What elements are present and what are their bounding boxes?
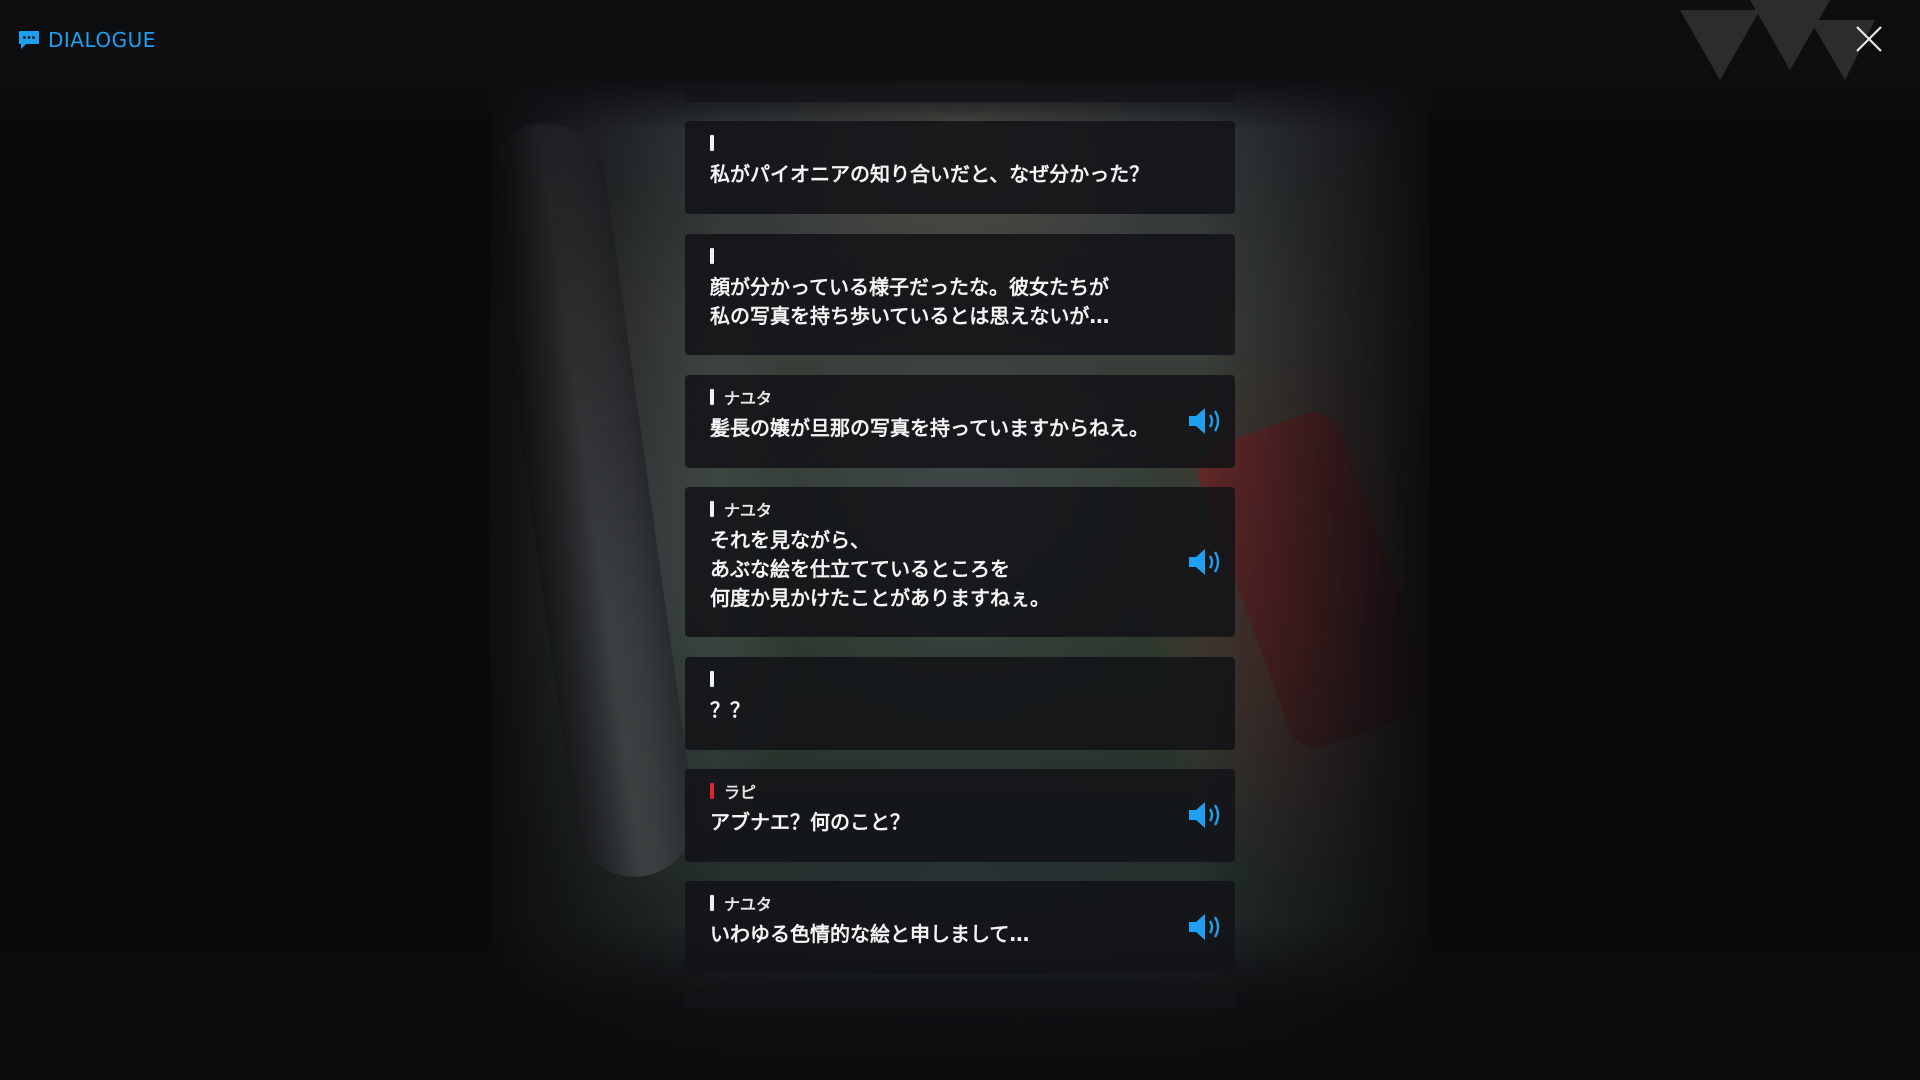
speaker-row	[710, 247, 1213, 265]
speaker-name: ラピ	[724, 783, 757, 802]
speaker-marker	[710, 389, 714, 405]
speaker-name: ナユタ	[724, 501, 773, 520]
dialogue-text: ？？	[710, 698, 750, 722]
header-bar: DIALOGUE	[0, 0, 1920, 80]
speaker-marker-highlight	[710, 783, 714, 799]
header-title: DIALOGUE	[18, 28, 156, 52]
dialogue-entry: ？？	[685, 657, 1235, 750]
chat-bubble-icon	[19, 31, 39, 49]
speaker-marker	[710, 501, 714, 517]
dialogue-entry: 顔が分かっている様子だったな。彼女たちが 私の写真を持ち歩いているとは思えないが…	[685, 234, 1235, 355]
close-icon[interactable]	[1854, 24, 1884, 54]
dialogue-entry-partial-top	[685, 88, 1235, 102]
dialogue-log-screen: DIALOGUE 私がパイオニアの知り合いだと、なぜ分かった？ 顔が分かっている…	[0, 0, 1920, 1080]
dialogue-entry: 私がパイオニアの知り合いだと、なぜ分かった？	[685, 121, 1235, 214]
voice-play-icon[interactable]	[1187, 800, 1223, 830]
dialogue-text: アブナエ？何のこと？	[710, 810, 910, 834]
speaker-row: ラピ	[710, 782, 1213, 802]
speaker-marker	[710, 248, 714, 264]
voice-play-icon[interactable]	[1187, 547, 1223, 577]
background-fade-right	[1200, 0, 1920, 1080]
dialogue-entry: ナユタ それを見ながら、 あぶな絵を仕立てているところを 何度か見かけたことがあ…	[685, 487, 1235, 637]
dialogue-text: いわゆる色情的な絵と申しまして…	[710, 922, 1030, 946]
dialogue-text: 顔が分かっている様子だったな。彼女たちが 私の写真を持ち歩いているとは思えないが…	[710, 275, 1110, 328]
background-fade-left	[0, 0, 720, 1080]
speaker-row: ナユタ	[710, 388, 1213, 408]
dialogue-text: それを見ながら、 あぶな絵を仕立てているところを 何度か見かけたことがありますね…	[710, 528, 1050, 610]
dialogue-entry: ラピ アブナエ？何のこと？	[685, 769, 1235, 862]
dialogue-entry: ナユタ いわゆる色情的な絵と申しまして…	[685, 881, 1235, 974]
speaker-marker	[710, 895, 714, 911]
speaker-marker	[710, 135, 714, 151]
speaker-row: ナユタ	[710, 500, 1213, 520]
speaker-row	[710, 670, 1213, 688]
speaker-row: ナユタ	[710, 894, 1213, 914]
speaker-marker	[710, 671, 714, 687]
speaker-name: ナユタ	[724, 895, 773, 914]
dialogue-entry: ナユタ 髪長の嬢が旦那の写真を持っていますからねえ。	[685, 375, 1235, 468]
speaker-name: ナユタ	[724, 389, 773, 408]
header-title-label: DIALOGUE	[48, 28, 156, 52]
dialogue-list[interactable]: 私がパイオニアの知り合いだと、なぜ分かった？ 顔が分かっている様子だったな。彼女…	[685, 88, 1235, 1008]
voice-play-icon[interactable]	[1187, 406, 1223, 436]
speaker-row	[710, 134, 1213, 152]
dialogue-entry-partial-bottom	[685, 994, 1235, 1008]
voice-play-icon[interactable]	[1187, 912, 1223, 942]
dialogue-text: 髪長の嬢が旦那の写真を持っていますからねえ。	[710, 416, 1149, 440]
dialogue-text: 私がパイオニアの知り合いだと、なぜ分かった？	[710, 162, 1150, 186]
